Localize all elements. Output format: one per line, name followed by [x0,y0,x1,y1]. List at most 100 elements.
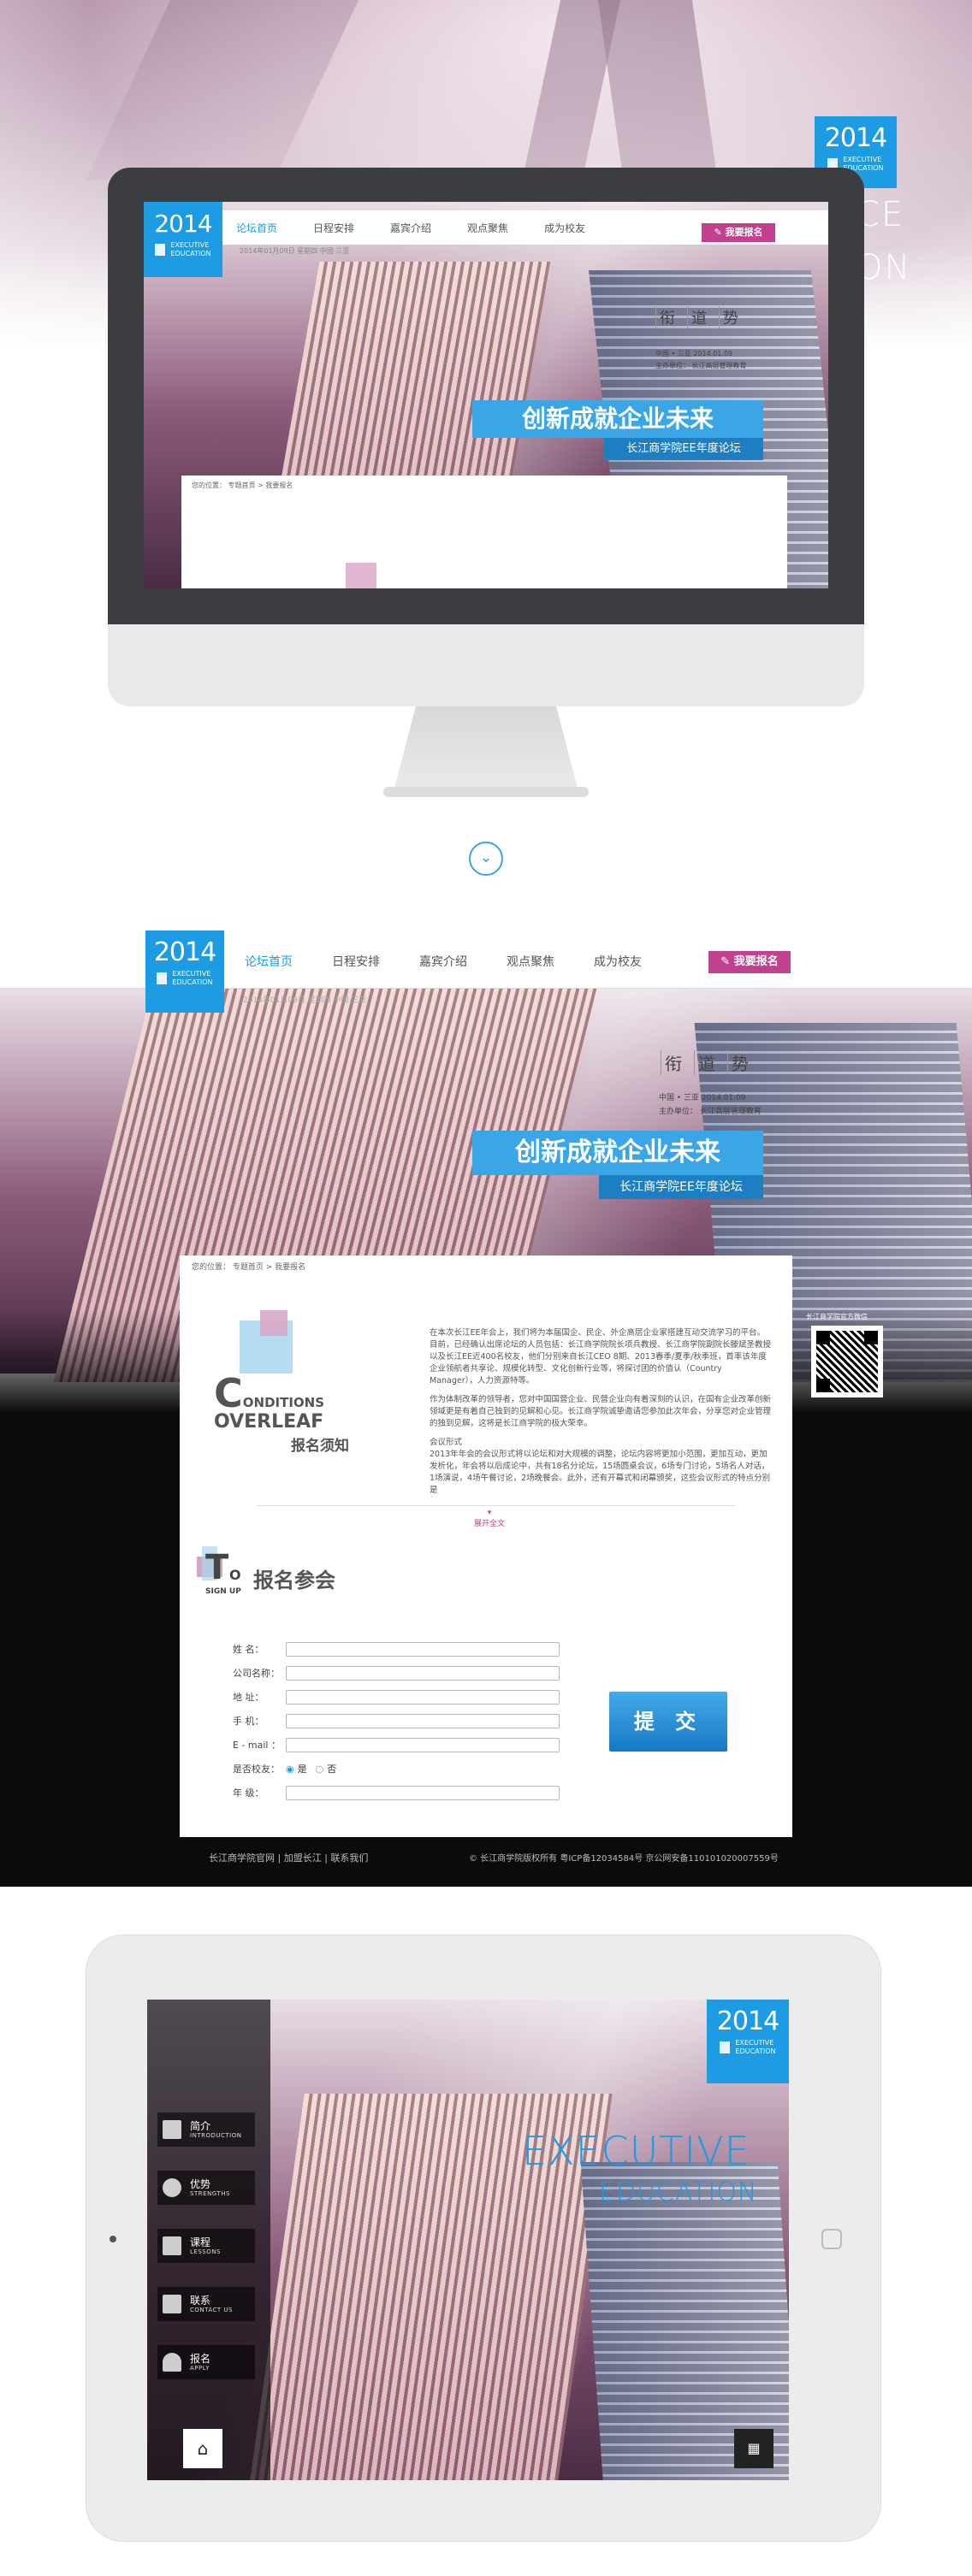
footer: 长江商学院官网 | 加盟长江 | 联系我们 © 长江商学院版权所有 粤ICP备1… [0,1839,972,1887]
company-field[interactable] [286,1665,560,1681]
menu-strengths-cn: 优势 [190,2177,211,2190]
menu-contact-cn: 联系 [190,2294,211,2307]
footer-links[interactable]: 长江商学院官网 | 加盟长江 | 联系我们 [209,1851,368,1864]
grade-label: 年 级： [233,1787,264,1799]
signup-form: 姓 名： 公司名称： 地 址： 手 机： E - mail ： 是否校友： ◉ 是… [233,1637,560,1805]
menu-intro-en: INTRODUCTION [190,2131,242,2139]
qr-caption: 长江商学院官方微信 [806,1313,868,1320]
submit-button[interactable]: 提 交 [609,1692,727,1752]
tablet-menu-strengths[interactable]: 优势 STRENGTHS [157,2171,255,2205]
calligraphy: 衔 道 势 [661,1050,749,1075]
monitor-stand-foot [383,787,589,797]
alumni-label: 是否校友： [233,1764,280,1775]
signup-initial: T [205,1548,229,1587]
screen-content-card: 您的位置： 专题首页 > 我要报名 [181,476,787,588]
decor-pink-square [260,1310,287,1336]
tablet-menu-apply[interactable]: 报名 APPLY [157,2345,255,2379]
qr-pattern [816,1331,878,1392]
brand-year: 2014 [824,123,887,153]
nav-views[interactable]: 观点聚焦 [507,953,554,970]
menu-strengths-en: STRENGTHS [190,2189,230,2197]
tablet-home-button[interactable] [821,2229,842,2249]
apply-button[interactable]: ✎ 我要报名 [708,951,791,973]
address-field[interactable] [286,1689,560,1705]
signup-sub: SIGN UP [205,1587,241,1596]
conditions-para3: 2013年年会的会议形式将以论坛和对大规模的调整，论坛内容将更加小范围，更加互动… [430,1450,771,1495]
books-icon [163,2236,181,2255]
footer-copyright: © 长江商学院版权所有 粤ICP备12034584号 京公网安备11010102… [469,1854,779,1864]
grade-field[interactable] [286,1785,560,1800]
tablet-menu-contact[interactable]: 联系 CONTACT US [157,2287,255,2321]
nav-info: 2014年01月09日 星期四 中国·三亚 [243,996,367,1005]
calligraphy-char-1: 衔 [655,306,675,328]
conditions-title-cn: 报名须知 [291,1438,349,1455]
expand-link[interactable]: ▾ 展开全文 [464,1509,515,1528]
menu-apply-en: APPLY [190,2364,210,2372]
name-field[interactable] [286,1641,560,1657]
breadcrumb: 您的位置： 专题首页 > 我要报名 [192,1263,306,1272]
screen-nav-schedule[interactable]: 日程安排 [313,221,354,235]
tablet-brand-badge: 2014 EXECUTIVE EDUCATION [707,2000,789,2083]
tablet-menu-lessons[interactable]: 课程 LESSONS [157,2229,255,2263]
screen-nav-home[interactable]: 论坛首页 [236,221,277,235]
user-icon [163,2353,181,2372]
tablet-home-icon[interactable]: ⌂ [183,2429,222,2468]
tablet-menu-intro[interactable]: 简介 INTRODUCTION [157,2112,255,2147]
screen-brand-badge: 2014 EXECUTIVE EDUCATION [144,202,222,277]
conditions-overleaf: OVERLEAF [214,1411,324,1433]
screen-apply-button[interactable]: ✎ 我要报名 [702,223,775,242]
phone-label: 手 机： [233,1716,264,1727]
conditions-para1: 在本次长江EE年会上，我们将为本届国企、民企、外企高层企业家搭建互动交流学习的平… [430,1328,772,1385]
phone-field[interactable] [286,1713,560,1728]
calligraphy-char-3: 势 [719,306,738,328]
tablet-grid-icon[interactable]: ▦ [734,2429,773,2468]
menu-lessons-en: LESSONS [190,2248,221,2255]
conditions-text: 在本次长江EE年会上，我们将为本届国企、民企、外企高层企业家搭建互动交流学习的平… [430,1327,772,1497]
globe-icon [163,2178,181,2197]
brand-badge: 2014 EXECUTIVE EDUCATION [145,931,224,1013]
scroll-down-button[interactable]: ⌄ [469,842,503,876]
nav-home[interactable]: 论坛首页 [245,953,293,970]
host-line: 主办单位： 长江高层管理教育 [659,1108,762,1116]
screen-nav-views[interactable]: 观点聚焦 [467,221,508,235]
email-field[interactable] [286,1737,560,1752]
name-label: 姓 名： [233,1644,264,1655]
alumni-no-radio[interactable]: ○ [316,1764,324,1775]
document-icon [163,2120,181,2139]
content-card: 您的位置： 专题首页 > 我要报名 CONDITIONS OVERLEAF 报名… [180,1256,792,1837]
menu-apply-cn: 报名 [190,2352,211,2365]
brand-year-main: 2014 [153,937,216,967]
tablet-headline-2: EDUCATION [599,2177,758,2207]
company-label: 公司名称： [233,1668,280,1679]
monitor-chin [108,624,864,706]
screen-nav-alumni[interactable]: 成为校友 [544,221,585,235]
monitor-screen: 论坛首页 日程安排 嘉宾介绍 观点聚焦 成为校友 ✎ 我要报名 2014年01月… [144,202,828,588]
screen-event-line: 中国 • 三亚 2014.01.09 [655,350,733,357]
menu-intro-cn: 简介 [190,2119,211,2132]
brand-line2-main: EDUCATION [172,978,213,986]
calligraphy-char-1: 衔 [661,1050,682,1075]
nav-schedule[interactable]: 日程安排 [332,953,380,970]
screen-calligraphy: 衔 道 势 [655,306,738,328]
screen-nav-info: 2014年01月09日 星期四 中国·三亚 [240,247,350,255]
screen-nav-guests[interactable]: 嘉宾介绍 [390,221,431,235]
apply-label: 我要报名 [733,955,779,968]
signup-title-cn: 报名参会 [253,1569,335,1592]
nav-guests[interactable]: 嘉宾介绍 [419,953,467,970]
book-icon [155,244,166,256]
screen-decor-square [346,563,376,588]
conditions-para2: 作为体制改革的领导者，您对中国国营企业、民营企业向有着深刻的认识，在国有企业改革… [430,1395,772,1428]
address-label: 地 址： [233,1692,264,1703]
calligraphy-char-2: 道 [687,306,707,328]
email-label: E - mail ： [233,1740,281,1751]
book-icon [157,972,168,984]
screen-brand-line1: EXECUTIVE [170,241,210,249]
alumni-yes-radio[interactable]: ◉ [286,1764,294,1775]
menu-lessons-cn: 课程 [190,2236,211,2248]
nav-alumni[interactable]: 成为校友 [594,953,642,970]
calligraphy-char-2: 道 [694,1050,715,1075]
tablet-brand-line1: EXECUTIVE [735,2039,774,2047]
conditions-para3-head: 会议形式 [430,1438,463,1447]
sub-slogan: 长江商学院EE年度论坛 [599,1175,763,1199]
qr-code[interactable] [811,1326,883,1397]
